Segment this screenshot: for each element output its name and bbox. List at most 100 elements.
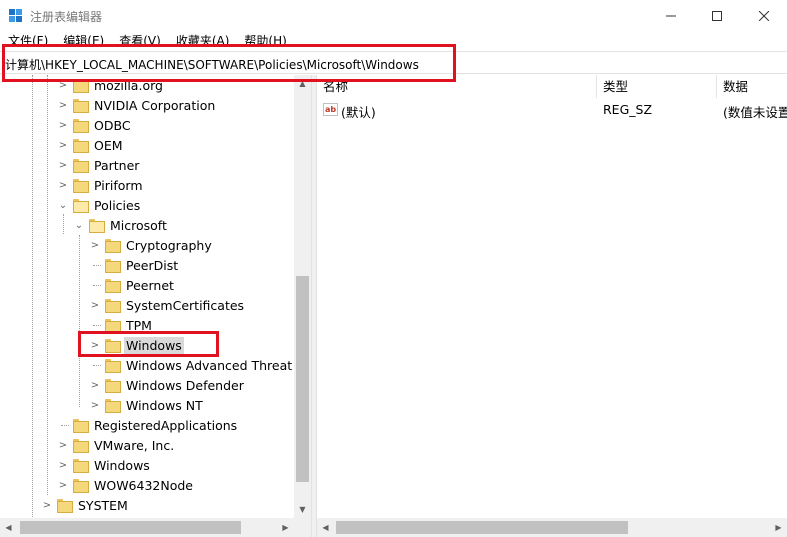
expand-chevron-icon[interactable]: > bbox=[89, 399, 101, 411]
address-path[interactable]: 计算机\HKEY_LOCAL_MACHINE\SOFTWARE\Policies… bbox=[5, 56, 419, 73]
tree-item-label: Windows Advanced Threat Pr bbox=[126, 357, 309, 373]
tree-item-peernet[interactable]: Peernet bbox=[89, 275, 176, 295]
value-type: REG_SZ bbox=[603, 102, 653, 117]
tree-item-piriform[interactable]: > Piriform bbox=[57, 175, 145, 195]
tree-item-oem[interactable]: > OEM bbox=[57, 135, 125, 155]
tree-item-label: RegisteredApplications bbox=[94, 417, 238, 433]
menu-view[interactable]: 查看(V) bbox=[119, 32, 161, 50]
tree-item-peerdist[interactable]: PeerDist bbox=[89, 255, 180, 275]
menu-bar: 文件(F) 编辑(E) 查看(V) 收藏夹(A) 帮助(H) bbox=[0, 32, 787, 50]
expand-chevron-icon[interactable]: > bbox=[57, 479, 69, 491]
tree-item-windows-root[interactable]: > Windows bbox=[57, 455, 152, 475]
tree-item-label: Windows bbox=[94, 457, 150, 473]
expand-chevron-icon[interactable]: > bbox=[57, 139, 69, 151]
close-button[interactable] bbox=[741, 0, 787, 32]
collapse-chevron-icon[interactable]: ⌄ bbox=[57, 199, 69, 211]
tree-item-label: TPM bbox=[126, 317, 152, 333]
menu-edit[interactable]: 编辑(E) bbox=[63, 32, 104, 50]
folder-icon bbox=[105, 238, 121, 253]
expand-chevron-icon[interactable]: > bbox=[57, 119, 69, 131]
folder-icon bbox=[105, 278, 121, 293]
column-header-name[interactable]: 名称 bbox=[317, 75, 597, 98]
scroll-thumb[interactable] bbox=[336, 521, 628, 534]
maximize-icon bbox=[712, 11, 722, 21]
tree-item-label: Peernet bbox=[126, 277, 174, 293]
expand-chevron-icon[interactable]: > bbox=[89, 379, 101, 391]
scroll-thumb[interactable] bbox=[20, 521, 241, 534]
tree-item-label: Partner bbox=[94, 157, 140, 173]
expand-chevron-icon[interactable]: > bbox=[57, 179, 69, 191]
expand-chevron-icon[interactable]: > bbox=[89, 339, 101, 351]
menu-file[interactable]: 文件(F) bbox=[8, 32, 48, 50]
tree-vertical-scrollbar[interactable]: ▲ ▼ bbox=[294, 75, 311, 518]
tree-item-label: SystemCertificates bbox=[126, 297, 245, 313]
menu-help[interactable]: 帮助(H) bbox=[244, 32, 286, 50]
folder-icon bbox=[105, 298, 121, 313]
tree-item-system[interactable]: > SYSTEM bbox=[41, 495, 130, 515]
tree-item-odbc[interactable]: > ODBC bbox=[57, 115, 133, 135]
collapse-chevron-icon[interactable]: ⌄ bbox=[73, 219, 85, 231]
scroll-down-arrow-icon[interactable]: ▼ bbox=[294, 501, 311, 518]
values-list: 名称 类型 数据 ab (默认) REG_SZ (数值未设置 bbox=[317, 75, 787, 518]
scroll-up-arrow-icon[interactable]: ▲ bbox=[294, 75, 311, 92]
tree-item-label: Windows NT bbox=[126, 397, 203, 413]
scroll-right-arrow-icon[interactable]: ▶ bbox=[277, 519, 294, 536]
folder-icon bbox=[73, 158, 89, 173]
tree-guide bbox=[32, 75, 33, 537]
tree-item-label: Windows bbox=[124, 336, 184, 354]
title-bar: 注册表编辑器 bbox=[0, 0, 787, 32]
tree-item-label: WOW6432Node bbox=[94, 477, 193, 493]
folder-icon bbox=[73, 418, 89, 433]
tree-item-label: Windows Defender bbox=[126, 377, 244, 393]
tree-horizontal-scrollbar[interactable]: ◀ ▶ bbox=[0, 518, 311, 537]
expand-chevron-icon[interactable]: > bbox=[57, 439, 69, 451]
tree-item-vmware[interactable]: > VMware, Inc. bbox=[57, 435, 176, 455]
minimize-icon bbox=[666, 15, 676, 17]
tree-item-microsoft[interactable]: ⌄ Microsoft bbox=[73, 215, 169, 235]
tree-item-tpm[interactable]: TPM bbox=[89, 315, 154, 335]
scroll-left-arrow-icon[interactable]: ◀ bbox=[0, 519, 17, 536]
tree-item-wow6432node[interactable]: > WOW6432Node bbox=[57, 475, 195, 495]
tree-leaf-spacer bbox=[89, 319, 101, 331]
folder-icon bbox=[57, 498, 73, 513]
folder-icon bbox=[105, 378, 121, 393]
tree-item-windows-nt[interactable]: > Windows NT bbox=[89, 395, 205, 415]
tree-item-partner[interactable]: > Partner bbox=[57, 155, 141, 175]
scroll-thumb[interactable] bbox=[296, 276, 309, 482]
menu-favorites[interactable]: 收藏夹(A) bbox=[176, 32, 230, 50]
expand-chevron-icon[interactable]: > bbox=[57, 79, 69, 91]
column-header-type[interactable]: 类型 bbox=[597, 75, 717, 98]
folder-icon bbox=[105, 258, 121, 273]
tree-item-windows-defender[interactable]: > Windows Defender bbox=[89, 375, 246, 395]
column-header-data[interactable]: 数据 bbox=[717, 75, 787, 98]
tree-item-mozilla[interactable]: > mozilla.org bbox=[57, 75, 165, 95]
expand-chevron-icon[interactable]: > bbox=[89, 299, 101, 311]
tree-item-label: Cryptography bbox=[126, 237, 212, 253]
tree-item-policies[interactable]: ⌄ Policies bbox=[57, 195, 142, 215]
tree-item-systemcertificates[interactable]: > SystemCertificates bbox=[89, 295, 246, 315]
tree-item-registeredapplications[interactable]: RegisteredApplications bbox=[57, 415, 239, 435]
folder-icon bbox=[73, 138, 89, 153]
scroll-right-arrow-icon[interactable]: ▶ bbox=[770, 519, 787, 536]
folder-icon bbox=[105, 358, 121, 373]
values-horizontal-scrollbar[interactable]: ◀ ▶ bbox=[317, 518, 787, 537]
folder-icon bbox=[73, 178, 89, 193]
maximize-button[interactable] bbox=[694, 0, 740, 32]
tree-item-cryptography[interactable]: > Cryptography bbox=[89, 235, 214, 255]
minimize-button[interactable] bbox=[648, 0, 694, 32]
expand-chevron-icon[interactable]: > bbox=[57, 99, 69, 111]
tree-item-nvidia[interactable]: > NVIDIA Corporation bbox=[57, 95, 217, 115]
value-row[interactable]: ab (默认) REG_SZ (数值未设置 bbox=[317, 100, 787, 120]
expand-chevron-icon[interactable]: > bbox=[57, 159, 69, 171]
tree-item-windows-atp[interactable]: Windows Advanced Threat Pr bbox=[89, 355, 311, 375]
scroll-left-arrow-icon[interactable]: ◀ bbox=[317, 519, 334, 536]
expand-chevron-icon[interactable]: > bbox=[41, 499, 53, 511]
tree-item-label: VMware, Inc. bbox=[94, 437, 175, 453]
expand-chevron-icon[interactable]: > bbox=[89, 239, 101, 251]
value-data: (数值未设置 bbox=[723, 105, 787, 120]
tree-item-label: Microsoft bbox=[110, 217, 167, 233]
expand-chevron-icon[interactable]: > bbox=[57, 459, 69, 471]
tree-item-windows-selected[interactable]: > Windows bbox=[89, 335, 184, 355]
address-bar[interactable]: 计算机\HKEY_LOCAL_MACHINE\SOFTWARE\Policies… bbox=[0, 51, 787, 74]
tree-item-label: Piriform bbox=[94, 177, 143, 193]
